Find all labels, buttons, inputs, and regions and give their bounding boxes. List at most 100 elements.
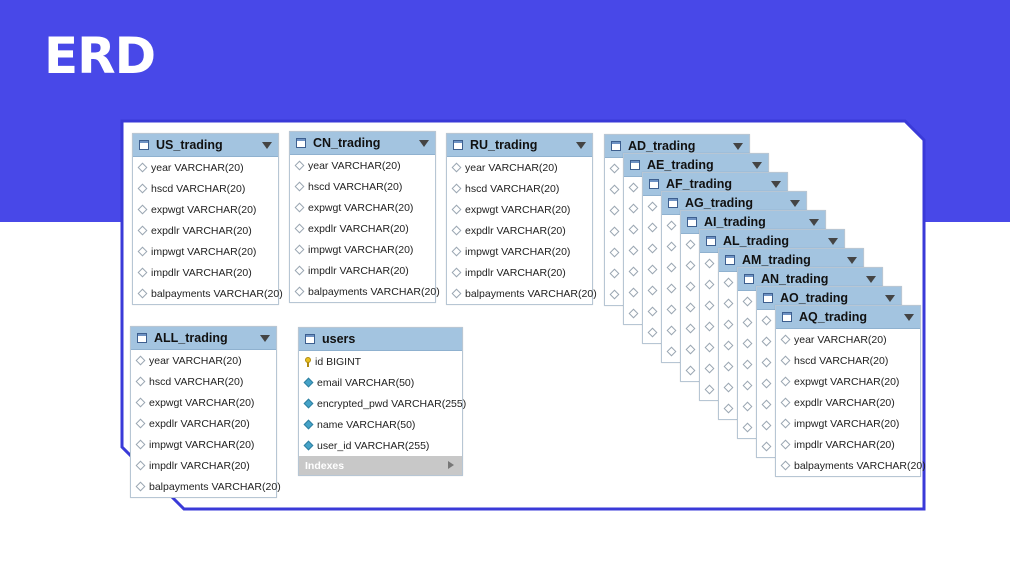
collapse-arrow-icon[interactable] (771, 181, 781, 188)
column-row[interactable]: id BIGINT (299, 351, 462, 372)
table-header[interactable]: CN_trading (290, 132, 435, 155)
table-header[interactable]: AQ_trading (776, 306, 920, 329)
collapse-arrow-icon[interactable] (733, 143, 743, 150)
column-label: expdlr VARCHAR(20) (151, 224, 252, 237)
column-row[interactable]: expwgt VARCHAR(20) (447, 199, 592, 220)
column-row[interactable]: expwgt VARCHAR(20) (131, 392, 276, 413)
column-row[interactable]: year VARCHAR(20) (776, 329, 920, 350)
column-row[interactable]: expdlr VARCHAR(20) (131, 413, 276, 434)
column-row[interactable]: expdlr VARCHAR(20) (447, 220, 592, 241)
column-diamond-icon (723, 298, 734, 309)
column-row[interactable]: balpayments VARCHAR(20) (776, 455, 926, 476)
column-label: impwgt VARCHAR(20) (149, 438, 255, 451)
column-row[interactable]: balpayments VARCHAR(20) (131, 476, 281, 497)
column-diamond-icon (742, 317, 753, 328)
indexes-section[interactable]: Indexes (299, 456, 462, 475)
expand-arrow-icon[interactable] (448, 461, 454, 469)
collapse-arrow-icon[interactable] (790, 200, 800, 207)
primary-key-icon (304, 356, 312, 367)
column-diamond-icon (609, 247, 620, 258)
table-icon (763, 293, 773, 303)
column-row[interactable]: expwgt VARCHAR(20) (133, 199, 278, 220)
table-header[interactable]: US_trading (133, 134, 278, 157)
table-users[interactable]: users id BIGINT email VARCHAR(50) encryp… (298, 327, 466, 476)
column-row[interactable]: balpayments VARCHAR(20) (133, 283, 283, 304)
column-diamond-icon (294, 160, 305, 171)
column-label: impwgt VARCHAR(20) (308, 243, 414, 256)
column-row[interactable]: expdlr VARCHAR(20) (133, 220, 278, 241)
column-row[interactable]: expwgt VARCHAR(20) (290, 197, 435, 218)
column-diamond-icon (647, 306, 658, 317)
column-row[interactable]: impwgt VARCHAR(20) (133, 241, 278, 262)
column-row[interactable]: year VARCHAR(20) (447, 157, 592, 178)
column-row[interactable]: hscd VARCHAR(20) (133, 178, 278, 199)
column-row[interactable]: impwgt VARCHAR(20) (776, 413, 920, 434)
table-us-trading[interactable]: US_trading year VARCHAR(20) hscd VARCHAR… (132, 133, 283, 305)
column-label: hscd VARCHAR(20) (149, 375, 244, 388)
column-row[interactable]: expwgt VARCHAR(20) (776, 371, 920, 392)
column-label: expwgt VARCHAR(20) (149, 396, 255, 409)
column-row[interactable]: hscd VARCHAR(20) (290, 176, 435, 197)
column-row[interactable]: year VARCHAR(20) (290, 155, 435, 176)
column-row[interactable]: expdlr VARCHAR(20) (290, 218, 435, 239)
collapse-arrow-icon[interactable] (866, 276, 876, 283)
column-diamond-icon (451, 288, 462, 299)
collapse-arrow-icon[interactable] (752, 162, 762, 169)
column-diamond-icon (628, 266, 639, 277)
column-row[interactable]: balpayments VARCHAR(20) (290, 281, 440, 302)
collapse-arrow-icon[interactable] (576, 142, 586, 149)
column-label: impwgt VARCHAR(20) (465, 245, 571, 258)
column-diamond-icon (647, 327, 658, 338)
table-icon (687, 217, 697, 227)
column-label: hscd VARCHAR(20) (151, 182, 246, 195)
collapse-arrow-icon[interactable] (904, 314, 914, 321)
column-label: expwgt VARCHAR(20) (308, 201, 414, 214)
table-header[interactable]: users (299, 328, 462, 351)
table-ru-trading[interactable]: RU_trading year VARCHAR(20) hscd VARCHAR… (446, 133, 597, 305)
collapse-arrow-icon[interactable] (828, 238, 838, 245)
column-diamond-icon (609, 226, 620, 237)
column-row[interactable]: hscd VARCHAR(20) (131, 371, 276, 392)
table-header[interactable]: RU_trading (447, 134, 592, 157)
column-label: year VARCHAR(20) (149, 354, 242, 367)
column-diamond-icon (780, 418, 791, 429)
column-row[interactable]: impdlr VARCHAR(20) (776, 434, 920, 455)
column-row[interactable]: name VARCHAR(50) (299, 414, 462, 435)
column-row[interactable]: hscd VARCHAR(20) (776, 350, 920, 371)
column-diamond-icon (647, 264, 658, 275)
column-row[interactable]: impdlr VARCHAR(20) (131, 455, 276, 476)
column-row[interactable]: year VARCHAR(20) (133, 157, 278, 178)
column-row[interactable]: impwgt VARCHAR(20) (447, 241, 592, 262)
table-header[interactable]: ALL_trading (131, 327, 276, 350)
column-row[interactable]: balpayments VARCHAR(20) (447, 283, 597, 304)
collapse-arrow-icon[interactable] (419, 140, 429, 147)
collapse-arrow-icon[interactable] (260, 335, 270, 342)
column-diamond-icon (451, 183, 462, 194)
table-cn-trading[interactable]: CN_trading year VARCHAR(20) hscd VARCHAR… (289, 131, 440, 303)
column-row[interactable]: user_id VARCHAR(255) (299, 435, 462, 456)
column-row[interactable]: impwgt VARCHAR(20) (131, 434, 276, 455)
column-diamond-icon (135, 376, 146, 387)
collapse-arrow-icon[interactable] (885, 295, 895, 302)
table-all-trading[interactable]: ALL_trading year VARCHAR(20) hscd VARCHA… (130, 326, 281, 498)
column-diamond-icon (704, 363, 715, 374)
table-name: AF_trading (666, 177, 732, 191)
column-row[interactable]: email VARCHAR(50) (299, 372, 462, 393)
table-stacked-9[interactable]: AQ_trading year VARCHAR(20) hscd VARCHAR(2… (775, 305, 926, 477)
column-diamond-icon (666, 262, 677, 273)
column-row[interactable]: impdlr VARCHAR(20) (133, 262, 278, 283)
collapse-arrow-icon[interactable] (262, 142, 272, 149)
column-row[interactable]: year VARCHAR(20) (131, 350, 276, 371)
column-row[interactable]: expdlr VARCHAR(20) (776, 392, 920, 413)
column-label: balpayments VARCHAR(20) (308, 285, 440, 298)
column-row[interactable]: encrypted_pwd VARCHAR(255) (299, 393, 466, 414)
column-label: email VARCHAR(50) (317, 376, 415, 389)
table-name: AN_trading (761, 272, 829, 286)
column-row[interactable]: impwgt VARCHAR(20) (290, 239, 435, 260)
column-row[interactable]: impdlr VARCHAR(20) (447, 262, 592, 283)
column-row[interactable]: impdlr VARCHAR(20) (290, 260, 435, 281)
column-row[interactable]: hscd VARCHAR(20) (447, 178, 592, 199)
collapse-arrow-icon[interactable] (809, 219, 819, 226)
collapse-arrow-icon[interactable] (847, 257, 857, 264)
column-diamond-icon (137, 267, 148, 278)
